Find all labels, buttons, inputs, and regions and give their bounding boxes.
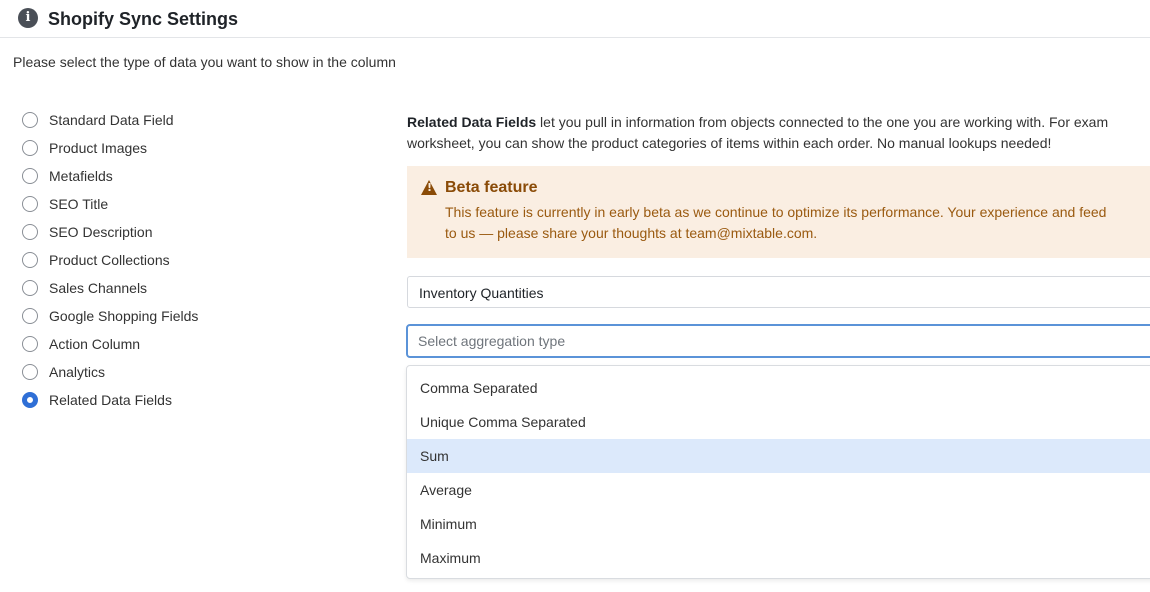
option-sum[interactable]: Sum <box>407 439 1150 473</box>
radio-standard-data-field[interactable]: Standard Data Field <box>22 106 198 134</box>
radio-label: Google Shopping Fields <box>49 308 199 324</box>
aggregation-input[interactable] <box>418 332 1118 350</box>
beta-message-line1: This feature is currently in early beta … <box>445 204 1107 220</box>
radio-button[interactable] <box>22 252 38 268</box>
radio-action-column[interactable]: Action Column <box>22 330 198 358</box>
radio-related-data-fields[interactable]: Related Data Fields <box>22 386 198 414</box>
aggregation-select[interactable] <box>406 324 1150 358</box>
warning-icon: ! <box>421 180 437 195</box>
radio-label: Metafields <box>49 168 113 184</box>
beta-message-line2: to us — please share your thoughts at te… <box>445 225 818 241</box>
info-icon: i <box>18 8 38 28</box>
radio-button[interactable] <box>22 140 38 156</box>
radio-button[interactable] <box>22 364 38 380</box>
data-type-radio-group: Standard Data Field Product Images Metaf… <box>22 106 198 414</box>
beta-message: This feature is currently in early beta … <box>445 202 1106 244</box>
radio-button[interactable] <box>22 168 38 184</box>
radio-product-collections[interactable]: Product Collections <box>22 246 198 274</box>
radio-analytics[interactable]: Analytics <box>22 358 198 386</box>
related-field-select[interactable]: Inventory Quantities <box>407 276 1150 308</box>
option-maximum[interactable]: Maximum <box>407 541 1150 575</box>
beta-title: Beta feature <box>445 179 538 196</box>
description-line2: worksheet, you can show the product cate… <box>407 135 1052 151</box>
radio-button[interactable] <box>22 280 38 296</box>
radio-sales-channels[interactable]: Sales Channels <box>22 274 198 302</box>
radio-label: Standard Data Field <box>49 112 174 128</box>
radio-label: Product Collections <box>49 252 170 268</box>
radio-google-shopping-fields[interactable]: Google Shopping Fields <box>22 302 198 330</box>
radio-seo-title[interactable]: SEO Title <box>22 190 198 218</box>
radio-seo-description[interactable]: SEO Description <box>22 218 198 246</box>
related-data-description: Related Data Fields let you pull in info… <box>407 112 1150 154</box>
option-unique-comma-separated[interactable]: Unique Comma Separated <box>407 405 1150 439</box>
description-line1: let you pull in information from objects… <box>536 114 1109 130</box>
radio-label: Product Images <box>49 140 148 156</box>
description-bold-term: Related Data Fields <box>407 114 537 130</box>
radio-button[interactable] <box>22 336 38 352</box>
radio-product-images[interactable]: Product Images <box>22 134 198 162</box>
radio-label: SEO Description <box>49 224 153 240</box>
radio-metafields[interactable]: Metafields <box>22 162 198 190</box>
radio-button[interactable] <box>22 196 38 212</box>
radio-button[interactable] <box>22 224 38 240</box>
radio-button-selected[interactable] <box>22 392 38 408</box>
radio-label: Analytics <box>49 364 106 380</box>
instruction-text: Please select the type of data you want … <box>13 54 396 70</box>
radio-button[interactable] <box>22 112 38 128</box>
aggregation-dropdown: Comma Separated Unique Comma Separated S… <box>406 365 1150 579</box>
radio-label: Related Data Fields <box>49 392 172 408</box>
radio-label: SEO Title <box>49 196 109 212</box>
radio-button[interactable] <box>22 308 38 324</box>
page-title: Shopify Sync Settings <box>48 9 239 29</box>
option-comma-separated[interactable]: Comma Separated <box>407 371 1150 405</box>
radio-label: Action Column <box>49 336 141 352</box>
beta-notice: ! Beta feature This feature is currently… <box>407 166 1150 258</box>
header: i Shopify Sync Settings <box>0 0 1150 38</box>
option-minimum[interactable]: Minimum <box>407 507 1150 541</box>
radio-label: Sales Channels <box>49 280 148 296</box>
option-average[interactable]: Average <box>407 473 1150 507</box>
related-field-value: Inventory Quantities <box>419 285 544 301</box>
